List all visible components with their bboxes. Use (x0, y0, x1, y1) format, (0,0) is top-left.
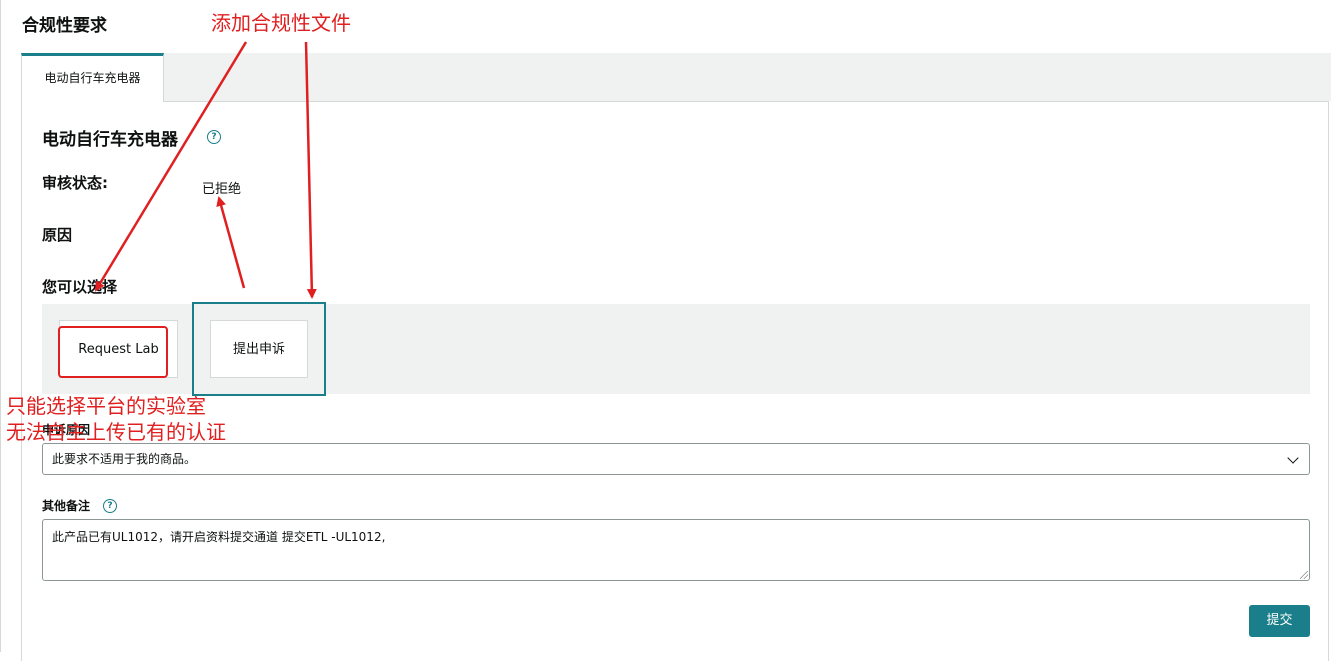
request-lab-highlight-box (58, 326, 168, 378)
resize-handle-icon[interactable] (1300, 571, 1308, 579)
tab-strip (21, 53, 1331, 101)
tab-ebike-charger[interactable]: 电动自行车充电器 (21, 53, 164, 102)
page-title: 合规性要求 (22, 16, 107, 36)
review-status-value: 已拒绝 (202, 182, 242, 197)
review-status-label: 审核状态: (42, 174, 108, 192)
page-left-border (0, 0, 1, 652)
appeal-reason-value: 此要求不适用于我的商品。 (52, 452, 197, 466)
notes-help-icon[interactable]: ? (103, 499, 117, 513)
reason-label: 原因 (42, 226, 73, 244)
appeal-reason-select[interactable]: 此要求不适用于我的商品。 (42, 443, 1310, 475)
submit-button[interactable]: 提交 (1249, 605, 1310, 637)
section-title: 电动自行车充电器 (42, 130, 178, 150)
appeal-option[interactable]: 提出申诉 (210, 320, 308, 378)
notes-textarea[interactable]: 此产品已有UL1012，请开启资料提交通道 提交ETL -UL1012, (42, 519, 1310, 581)
chevron-down-icon (1287, 452, 1299, 464)
annotation-lab-only-line1: 只能选择平台的实验室 (6, 394, 206, 418)
help-icon[interactable]: ? (207, 130, 221, 144)
notes-label: 其他备注 (42, 499, 91, 513)
annotation-lab-only-line2: 无法自主上传已有的认证 (6, 420, 226, 444)
annotation-add-files: 添加合规性文件 (211, 11, 351, 35)
choose-label: 您可以选择 (42, 278, 118, 296)
